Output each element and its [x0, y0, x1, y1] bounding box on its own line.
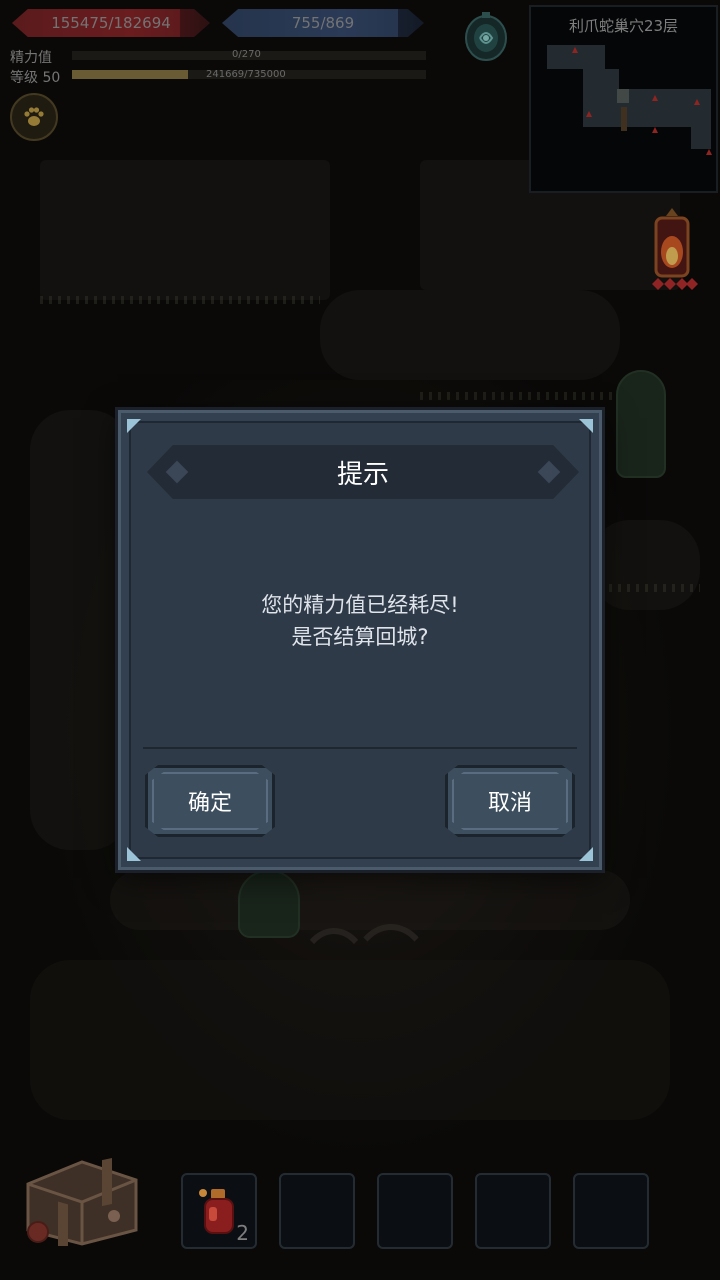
cancel-button-label: 取消: [487, 791, 532, 816]
treasure-chest-icon[interactable]: [18, 1150, 146, 1246]
game-screen: 155475/182694 755/869 精力值 0/270 等级 50 24…: [0, 0, 720, 1280]
divider: [143, 747, 577, 749]
item-slot[interactable]: [279, 1173, 355, 1249]
confirm-dialog: 提示 您的精力值已经耗尽! 是否结算回城? 确定 取消: [118, 410, 602, 870]
cancel-button[interactable]: 取消: [445, 765, 575, 837]
dialog-header: 提示: [147, 445, 579, 499]
item-count: 2: [236, 1221, 249, 1245]
confirm-button-label: 确定: [187, 791, 232, 816]
item-slot[interactable]: [573, 1173, 649, 1249]
item-slot[interactable]: 2: [181, 1173, 257, 1249]
dialog-title: 提示: [336, 459, 389, 490]
item-slot[interactable]: [377, 1173, 453, 1249]
dialog-message-line: 是否结算回城?: [291, 625, 429, 649]
confirm-button[interactable]: 确定: [145, 765, 275, 837]
dialog-message-line: 您的精力值已经耗尽!: [261, 593, 459, 617]
dialog-message: 您的精力值已经耗尽! 是否结算回城?: [141, 589, 579, 653]
item-slot[interactable]: [475, 1173, 551, 1249]
